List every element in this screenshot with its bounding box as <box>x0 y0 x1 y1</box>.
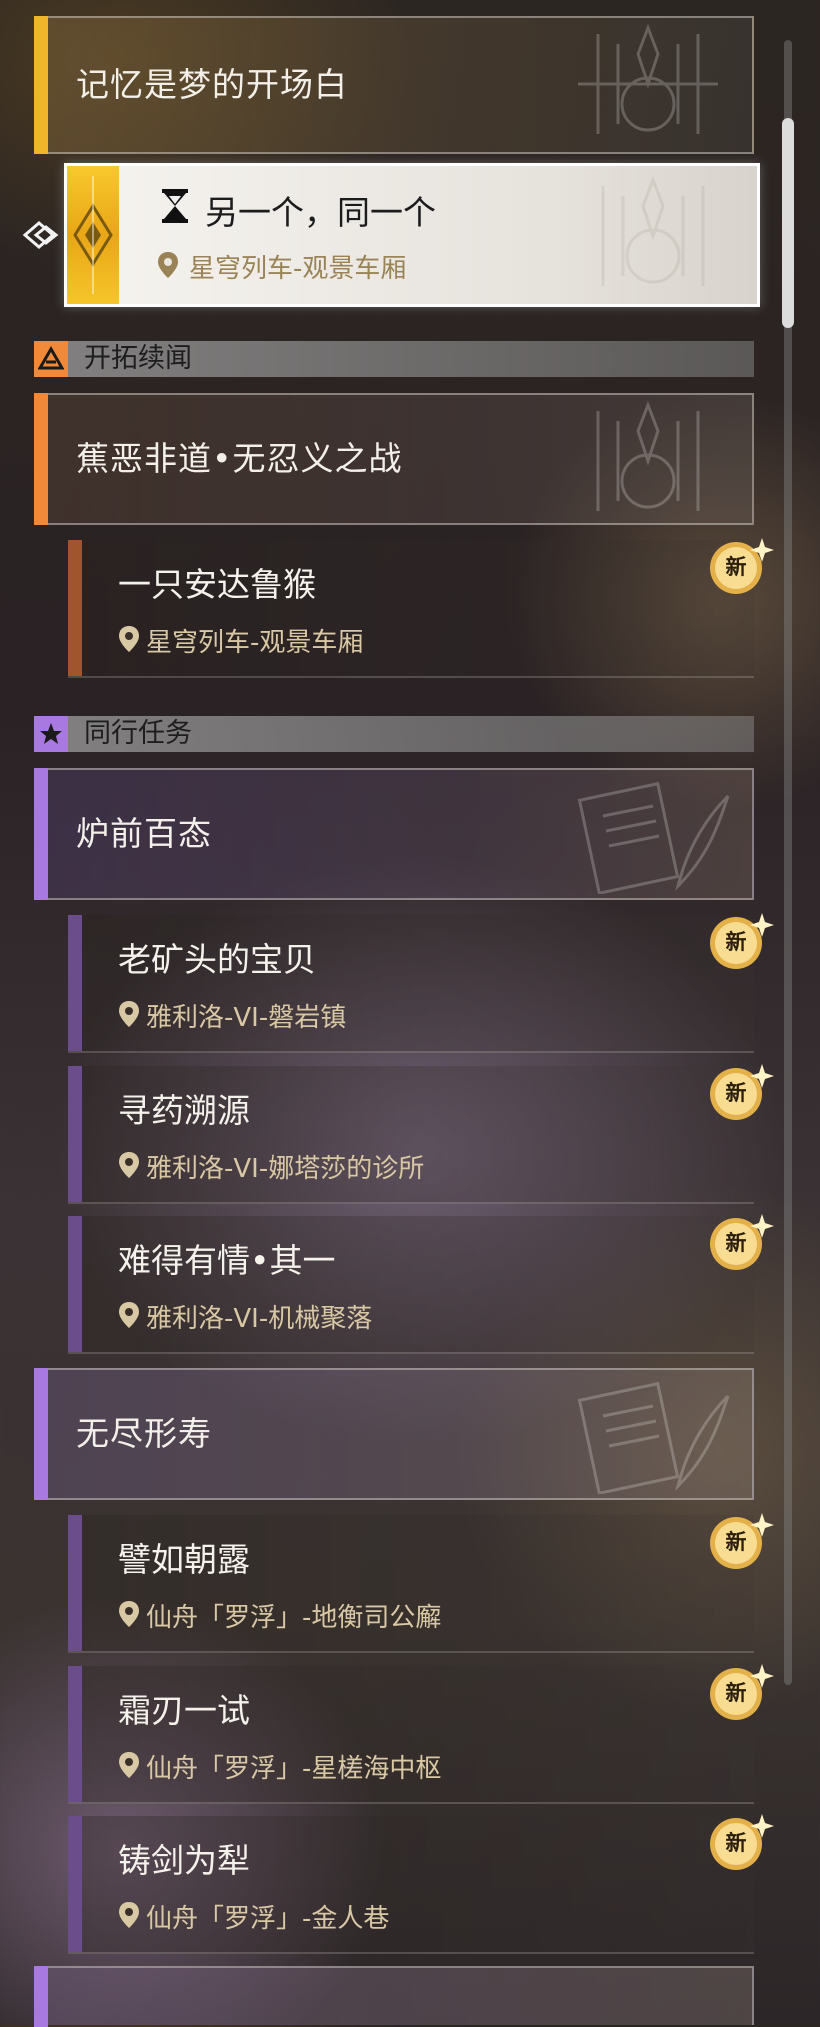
section-label: 开拓续闻 <box>84 343 192 374</box>
quest-location-text: 雅利洛-VI-机械聚落 <box>146 1304 373 1334</box>
main-story-group[interactable]: 记忆是梦的开场白 <box>34 16 754 154</box>
quest-list-item[interactable]: 老矿头的宝贝 雅利洛-VI-磐岩镇 <box>68 915 754 1053</box>
location-pin-icon <box>118 1151 140 1186</box>
section-label: 同行任务 <box>84 718 192 749</box>
location-pin-icon <box>118 1301 140 1336</box>
quest-location: 雅利洛-VI-娜塔莎的诊所 <box>118 1148 424 1186</box>
hourglass-icon <box>157 188 193 224</box>
section-header-trailblaze[interactable]: 开拓续闻 <box>34 341 754 377</box>
quest-location-text: 星穹列车-观景车厢 <box>146 628 364 658</box>
letter-feather-emblem-icon <box>577 781 730 894</box>
quest-location: 雅利洛-VI-机械聚落 <box>118 1298 372 1336</box>
trailblaze-emblem-icon <box>601 176 705 286</box>
new-badge-label: 新 <box>725 1831 747 1855</box>
quest-list-item[interactable]: 铸剑为犁 仙舟「罗浮」-金人巷 <box>68 1816 754 1954</box>
trailblaze-section-icon <box>34 341 68 377</box>
new-badge: 新 <box>706 536 776 606</box>
quest-location: 星穹列车-观景车厢 <box>118 622 363 660</box>
active-quest-gold-tab <box>67 166 119 304</box>
quest-name: 难得有情•其一 <box>118 1241 336 1280</box>
category-color-bar <box>68 1666 82 1802</box>
quest-name: 老矿头的宝贝 <box>118 940 316 979</box>
section-header-companion[interactable]: 同行任务 <box>34 716 754 752</box>
category-color-bar <box>68 1066 82 1202</box>
star-section-icon <box>34 716 68 752</box>
trailblaze-emblem-icon <box>578 24 718 134</box>
new-badge-label: 新 <box>725 555 747 579</box>
new-badge-label: 新 <box>725 1081 747 1105</box>
quest-name: 一只安达鲁猴 <box>118 565 316 604</box>
location-pin-icon <box>118 1600 140 1635</box>
category-color-bar <box>68 915 82 1051</box>
active-quest-card[interactable]: 另一个，同一个 星穹列车-观景车厢 <box>64 163 760 307</box>
quest-name: 霜刃一试 <box>118 1691 250 1730</box>
quest-name: 譬如朝露 <box>118 1540 250 1579</box>
new-badge-label: 新 <box>725 1231 747 1255</box>
category-color-bar <box>34 1368 48 1500</box>
active-quest-location-text: 星穹列车-观景车厢 <box>189 254 407 284</box>
quest-location-text: 雅利洛-VI-娜塔莎的诊所 <box>146 1154 425 1184</box>
location-pin-icon <box>118 1751 140 1786</box>
quest-location-text: 仙舟「罗浮」-星槎海中枢 <box>146 1754 442 1784</box>
new-badge-label: 新 <box>725 1681 747 1705</box>
category-color-bar <box>68 540 82 676</box>
quest-list-item[interactable]: 难得有情•其一 雅利洛-VI-机械聚落 <box>68 1216 754 1354</box>
category-color-bar <box>34 393 48 525</box>
new-badge-label: 新 <box>725 930 747 954</box>
active-quest-location: 星穹列车-观景车厢 <box>157 248 406 286</box>
quest-location-text: 雅利洛-VI-磐岩镇 <box>146 1003 347 1033</box>
category-color-bar <box>34 16 48 154</box>
quest-group-card[interactable]: 炉前百态 <box>34 768 754 900</box>
new-badge: 新 <box>706 1062 776 1132</box>
quest-list-item[interactable]: 一只安达鲁猴 星穹列车-观景车厢 <box>68 540 754 678</box>
current-quest-indicator-icon <box>22 218 60 252</box>
new-badge: 新 <box>706 1212 776 1282</box>
category-color-bar <box>68 1216 82 1352</box>
category-color-bar <box>68 1515 82 1651</box>
quest-location: 雅利洛-VI-磐岩镇 <box>118 997 346 1035</box>
quest-group-title: 炉前百态 <box>76 814 212 853</box>
quest-location: 仙舟「罗浮」-金人巷 <box>118 1898 389 1936</box>
active-quest-name: 另一个，同一个 <box>205 193 436 232</box>
category-color-bar <box>34 1966 48 2027</box>
quest-group-card-partial[interactable] <box>34 1966 754 2027</box>
quest-group-card[interactable]: 蕉恶非道•无忍义之战 <box>34 393 754 525</box>
quest-group-title: 无尽形寿 <box>76 1414 212 1453</box>
new-badge: 新 <box>706 1812 776 1882</box>
quest-group-card[interactable]: 无尽形寿 <box>34 1368 754 1500</box>
new-badge: 新 <box>706 1662 776 1732</box>
scrollbar-thumb[interactable] <box>782 118 794 328</box>
quest-location: 仙舟「罗浮」-地衡司公廨 <box>118 1597 441 1635</box>
category-color-bar <box>68 1816 82 1952</box>
quest-list-item[interactable]: 霜刃一试 仙舟「罗浮」-星槎海中枢 <box>68 1666 754 1804</box>
quest-location: 仙舟「罗浮」-星槎海中枢 <box>118 1748 441 1786</box>
main-story-title: 记忆是梦的开场白 <box>76 65 348 104</box>
new-badge: 新 <box>706 1511 776 1581</box>
quest-list-item[interactable]: 譬如朝露 仙舟「罗浮」-地衡司公廨 <box>68 1515 754 1653</box>
new-badge: 新 <box>706 911 776 981</box>
trailblaze-star-icon <box>73 176 113 294</box>
new-badge-label: 新 <box>725 1530 747 1554</box>
quest-name: 铸剑为犁 <box>118 1841 250 1880</box>
quest-location-text: 仙舟「罗浮」-地衡司公廨 <box>146 1603 442 1633</box>
location-pin-icon <box>157 251 179 286</box>
trailblaze-emblem-icon <box>596 401 700 511</box>
letter-feather-emblem-icon <box>577 1381 730 1494</box>
location-pin-icon <box>118 625 140 660</box>
category-color-bar <box>34 768 48 900</box>
location-pin-icon <box>118 1901 140 1936</box>
quest-list-item[interactable]: 寻药溯源 雅利洛-VI-娜塔莎的诊所 <box>68 1066 754 1204</box>
location-pin-icon <box>118 1000 140 1035</box>
quest-group-title: 蕉恶非道•无忍义之战 <box>76 439 403 478</box>
quest-name: 寻药溯源 <box>118 1091 250 1130</box>
quest-location-text: 仙舟「罗浮」-金人巷 <box>146 1904 390 1934</box>
